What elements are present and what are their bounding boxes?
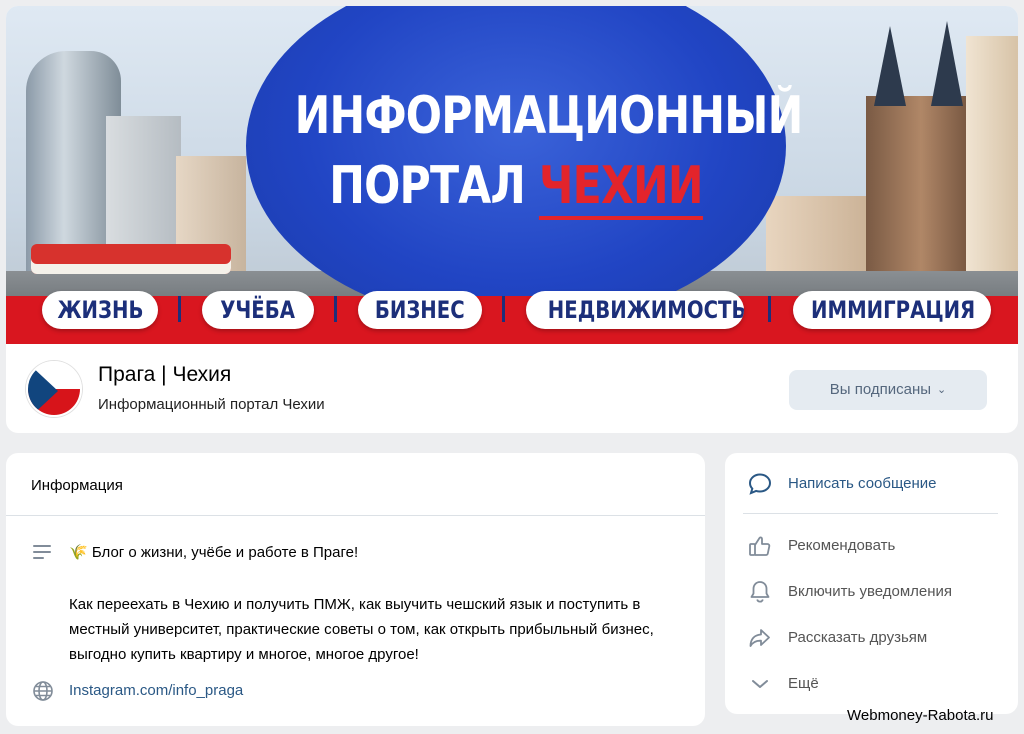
share-arrow-icon: [749, 629, 770, 647]
info-card: Информация 🌾 Блог о жизни, учёбе и работ…: [6, 453, 705, 726]
more-label: Ещё: [788, 675, 819, 692]
cover-image: ИНФОРМАЦИОННЫЙ ПОРТАЛ ЧЕХИИ ЖИЗНЬ УЧЁБА …: [6, 6, 1018, 344]
cover-title-line1: ИНФОРМАЦИОННЫЙ: [294, 86, 804, 146]
write-message-label: Написать сообщение: [788, 475, 937, 492]
group-status: Информационный портал Чехии: [98, 396, 325, 413]
enable-notifications-label: Включить уведомления: [788, 583, 953, 600]
chevron-down-icon: ⌄: [937, 384, 947, 396]
cover-pill-real-estate: НЕДВИЖИМОСТЬ: [526, 291, 744, 329]
cover-pill-immigration: ИММИГРАЦИЯ: [793, 291, 991, 329]
description-paragraph: Как переехать в Чехию и получить ПМЖ, ка…: [69, 596, 654, 663]
community-header-card: ИНФОРМАЦИОННЫЙ ПОРТАЛ ЧЕХИИ ЖИЗНЬ УЧЁБА …: [6, 6, 1018, 433]
avatar[interactable]: [26, 361, 82, 417]
pill-separator: [768, 296, 771, 322]
description-icon: [33, 545, 53, 559]
share-button[interactable]: Рассказать друзьям: [725, 617, 1018, 657]
more-button[interactable]: Ещё: [725, 663, 1018, 703]
pill-separator: [178, 296, 181, 322]
subscribed-button[interactable]: Вы подписаны ⌄: [789, 370, 987, 410]
share-label: Рассказать друзьям: [788, 629, 928, 646]
recommend-button[interactable]: Рекомендовать: [725, 525, 1018, 565]
description-first-line: 🌾 Блог о жизни, учёбе и работе в Праге!: [69, 544, 359, 561]
divider: [743, 513, 998, 514]
pill-separator: [334, 296, 337, 322]
info-title: Информация: [31, 477, 123, 494]
write-message-button[interactable]: Написать сообщение: [725, 463, 1018, 503]
globe-icon: [33, 681, 53, 701]
church-spire: [931, 21, 963, 106]
bell-icon: [750, 581, 770, 603]
building-right-edge: [966, 36, 1018, 286]
church-spire: [874, 26, 906, 106]
message-bubble-icon: [748, 473, 772, 495]
tyn-church-building: [866, 96, 976, 296]
czech-flag-icon: [28, 363, 58, 415]
cover-title-red-word: ЧЕХИИ: [539, 156, 704, 220]
divider: [6, 515, 705, 516]
enable-notifications-button[interactable]: Включить уведомления: [725, 571, 1018, 611]
actions-card: Написать сообщение Рекомендовать Включит…: [725, 453, 1018, 714]
tram: [31, 244, 231, 274]
cover-pill-life: ЖИЗНЬ: [42, 291, 158, 329]
cover-title-white-word: ПОРТАЛ: [329, 156, 526, 216]
chevron-down-icon: [752, 680, 768, 688]
instagram-link[interactable]: Instagram.com/info_praga: [69, 682, 243, 699]
group-name: Прага | Чехия: [98, 363, 232, 386]
cover-title-line2: ПОРТАЛ ЧЕХИИ: [295, 156, 738, 220]
cover-pill-study: УЧЁБА: [202, 291, 314, 329]
recommend-label: Рекомендовать: [788, 537, 896, 554]
watermark: Webmoney-Rabota.ru: [847, 707, 994, 724]
cover-pill-business: БИЗНЕС: [358, 291, 482, 329]
pill-separator: [502, 296, 505, 322]
subscribed-label: Вы подписаны: [829, 381, 932, 398]
thumbs-up-icon: [749, 536, 771, 556]
